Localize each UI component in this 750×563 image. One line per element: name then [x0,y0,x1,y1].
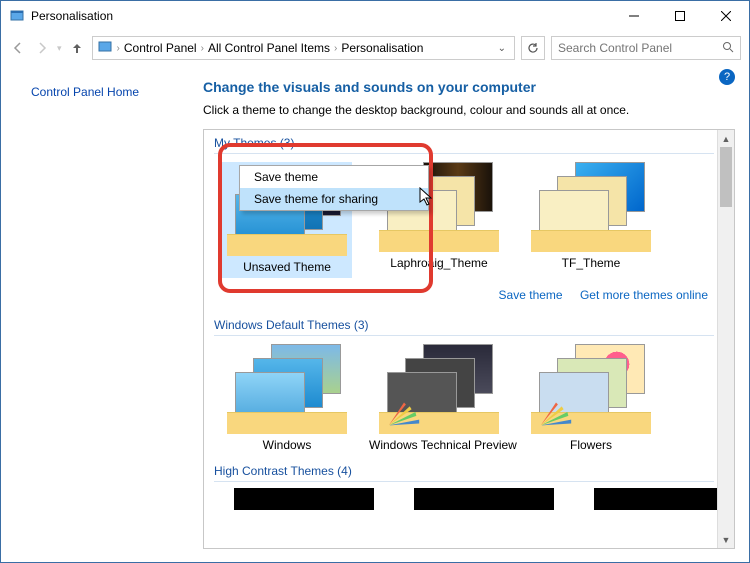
theme-label: Unsaved Theme [243,260,331,274]
maximize-button[interactable] [657,1,703,31]
address-dropdown-icon[interactable]: ⌄ [494,43,510,54]
theme-label: TF_Theme [562,256,621,270]
theme-high-contrast[interactable] [234,488,374,510]
theme-label: Flowers [570,438,612,452]
search-icon[interactable] [722,41,734,56]
app-icon [9,8,25,24]
back-button[interactable] [9,39,27,57]
chevron-right-icon[interactable]: › [117,43,120,54]
breadcrumb-control-panel[interactable]: Control Panel [124,41,197,55]
control-panel-icon [97,39,113,58]
theme-flowers[interactable]: Flowers [526,344,656,452]
scroll-up-icon[interactable]: ▲ [718,130,734,147]
group-default-themes: Windows Default Themes (3) [204,312,734,334]
theme-label: Windows [263,438,312,452]
context-menu-save-theme-for-sharing[interactable]: Save theme for sharing [240,188,428,210]
history-dropdown-icon[interactable]: ▾ [57,43,62,54]
up-button[interactable] [68,39,86,57]
vertical-scrollbar[interactable]: ▲ ▼ [717,130,734,548]
context-menu-save-theme[interactable]: Save theme [240,166,428,188]
nav-row: ▾ › Control Panel › All Control Panel It… [1,31,749,65]
control-panel-home-link[interactable]: Control Panel Home [31,85,139,99]
save-theme-link[interactable]: Save theme [499,288,563,302]
breadcrumb-all-items[interactable]: All Control Panel Items [208,41,330,55]
theme-windows[interactable]: Windows [222,344,352,452]
left-nav: Control Panel Home [9,67,197,554]
page-heading: Change the visuals and sounds on your co… [203,79,735,95]
high-contrast-row [204,480,734,510]
theme-label: Windows Technical Preview [369,438,509,452]
mouse-cursor-icon [419,187,435,207]
refresh-button[interactable] [521,36,545,60]
get-more-themes-link[interactable]: Get more themes online [580,288,708,302]
color-fan-icon [385,398,423,428]
main-area: Change the visuals and sounds on your co… [197,67,741,554]
search-box[interactable] [551,36,741,60]
page-subheading: Click a theme to change the desktop back… [203,103,735,117]
context-menu: Save theme Save theme for sharing [239,165,429,211]
content-body: Control Panel Home Change the visuals an… [9,67,741,554]
theme-high-contrast[interactable] [594,488,734,510]
scroll-down-icon[interactable]: ▼ [718,531,734,548]
titlebar: Personalisation [1,1,749,31]
group-high-contrast: High Contrast Themes (4) [204,458,734,480]
window-title: Personalisation [31,9,611,23]
close-button[interactable] [703,1,749,31]
forward-button[interactable] [33,39,51,57]
my-themes-links: Save theme Get more themes online [204,284,734,312]
theme-label: Laphroaig_Theme [390,256,487,270]
theme-wtp[interactable]: Windows Technical Preview [374,344,504,452]
theme-tf[interactable]: TF_Theme [526,162,656,278]
group-my-themes: My Themes (3) [204,130,734,152]
scroll-thumb[interactable] [720,147,732,207]
color-fan-icon [537,398,575,428]
address-bar[interactable]: › Control Panel › All Control Panel Item… [92,36,515,60]
search-input[interactable] [558,41,722,55]
breadcrumb-personalisation[interactable]: Personalisation [341,41,423,55]
minimize-button[interactable] [611,1,657,31]
theme-high-contrast[interactable] [414,488,554,510]
chevron-right-icon[interactable]: › [334,43,337,54]
default-themes-row: Windows Windows Technical Preview [204,334,734,458]
chevron-right-icon[interactable]: › [201,43,204,54]
